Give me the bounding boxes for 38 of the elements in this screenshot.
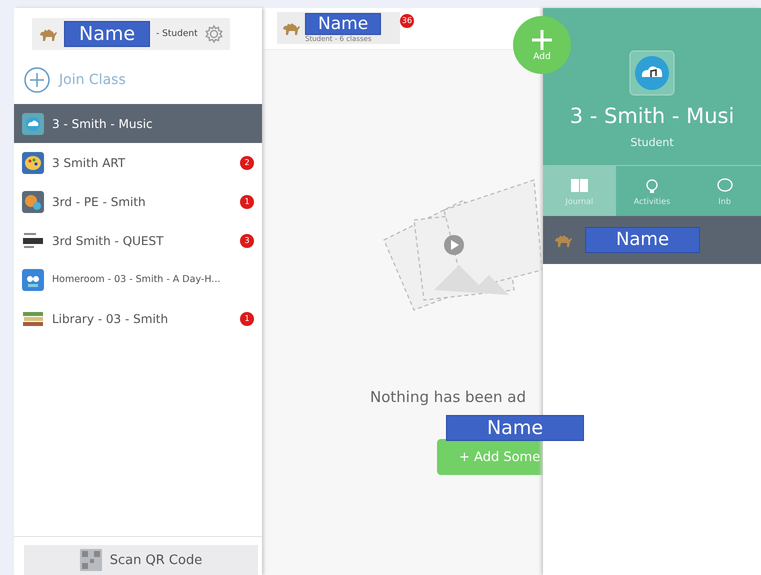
class-list-item[interactable]: 3rd - PE - Smith 1 — [14, 182, 262, 221]
class-list-item[interactable]: 3 Smith ART 2 — [14, 143, 262, 182]
class-name: Homeroom - 03 - Smith - A Day-H... — [52, 274, 222, 285]
book-icon — [569, 176, 590, 194]
class-name: 3 - Smith - Music — [52, 116, 154, 130]
plus-icon — [531, 28, 553, 50]
class-icon — [22, 152, 44, 174]
class-icon — [22, 268, 44, 290]
notification-badge: 36 — [400, 14, 414, 28]
notification-badge: 3 — [240, 234, 254, 248]
scan-qr-button[interactable]: Scan QR Code — [24, 545, 258, 575]
role-label: - Student — [156, 29, 198, 39]
notification-badge: 1 — [240, 312, 254, 326]
name-label: Name — [305, 13, 382, 35]
class-title: 3 - Smith - Musi — [570, 104, 734, 128]
class-icon — [22, 190, 44, 212]
class-name: 3 Smith ART — [52, 156, 126, 170]
notification-badge: 2 — [240, 156, 254, 170]
settings-icon — [204, 24, 224, 44]
notification-badge: 1 — [240, 194, 254, 208]
class-name: 3rd Smith - QUEST — [52, 234, 164, 248]
class-icon — [22, 112, 44, 134]
class-list-item[interactable]: 3rd Smith - QUEST 3 — [14, 221, 262, 260]
class-list-item[interactable]: Homeroom - 03 - Smith - A Day-H... — [14, 260, 262, 299]
chat-bubble-icon — [714, 176, 735, 194]
name-label: Name — [446, 415, 584, 441]
class-name: 3rd - PE - Smith — [52, 194, 147, 208]
music-cloud-icon — [629, 50, 675, 96]
name-label: Name — [585, 227, 700, 253]
class-list-item[interactable]: Library - 03 - Smith 1 — [14, 299, 262, 338]
role-label: Student — [630, 136, 674, 149]
empty-state-message: Nothing has been ad — [370, 388, 526, 406]
user-profile-pill[interactable]: Name - Student — [32, 18, 230, 50]
plus-circle-icon — [24, 67, 50, 93]
qr-code-icon — [80, 549, 102, 571]
class-name: Library - 03 - Smith — [52, 312, 170, 326]
class-list-item[interactable]: 3 - Smith - Music — [14, 104, 262, 143]
name-label: Name — [64, 21, 150, 47]
